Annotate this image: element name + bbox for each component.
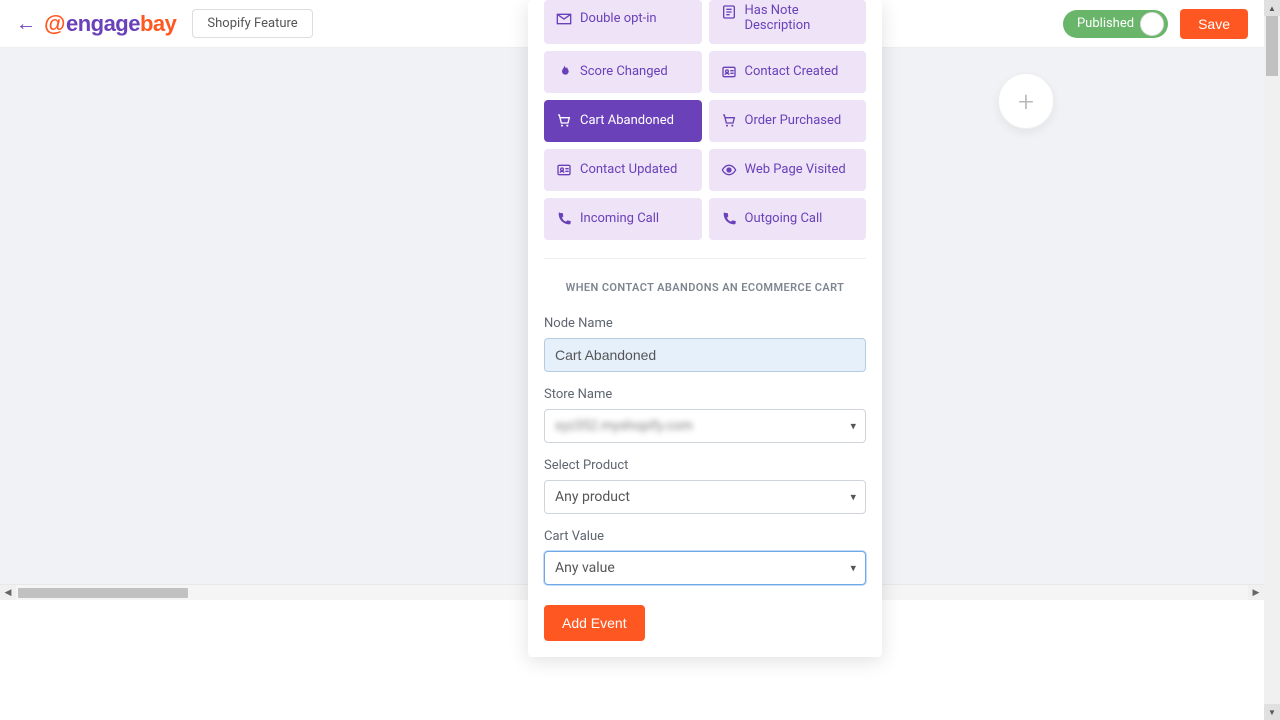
- trigger-outgoing-call[interactable]: Outgoing Call: [709, 198, 867, 240]
- cart-icon: [721, 113, 737, 129]
- save-button[interactable]: Save: [1180, 9, 1248, 39]
- panel-section-title: WHEN CONTACT ABANDONS AN ECOMMERCE CART: [528, 275, 882, 316]
- trigger-double-opt-in[interactable]: Double opt-in: [544, 0, 702, 44]
- panel-divider: [544, 258, 866, 259]
- node-name-label: Node Name: [544, 316, 866, 331]
- scroll-up-icon[interactable]: ▲: [1264, 0, 1280, 16]
- select-product-label: Select Product: [544, 458, 866, 473]
- vertical-scrollbar[interactable]: ▲ ▼: [1264, 0, 1280, 720]
- trigger-cart-abandoned[interactable]: Cart Abandoned: [544, 100, 702, 142]
- add-event-button[interactable]: Add Event: [544, 605, 645, 641]
- published-toggle[interactable]: Published: [1063, 10, 1168, 38]
- node-name-input[interactable]: [544, 338, 866, 372]
- trigger-contact-created[interactable]: Contact Created: [709, 51, 867, 93]
- scroll-track[interactable]: [1266, 16, 1278, 704]
- event-config-panel: Double opt-in Has Note Description Score…: [528, 0, 882, 657]
- fire-icon: [556, 64, 572, 80]
- phone-icon: [721, 211, 737, 227]
- select-product-select[interactable]: Any product: [544, 480, 866, 514]
- store-name-select[interactable]: xyz352.myshopify.com: [544, 409, 866, 443]
- contact-card-icon: [721, 64, 737, 80]
- note-icon: [721, 4, 737, 20]
- mail-icon: [556, 11, 572, 27]
- trigger-web-page-visited[interactable]: Web Page Visited: [709, 149, 867, 191]
- scroll-left-icon[interactable]: ◀: [0, 585, 16, 601]
- trigger-label: Cart Abandoned: [580, 113, 674, 129]
- trigger-label: Web Page Visited: [745, 162, 846, 178]
- toggle-knob: [1140, 12, 1164, 36]
- trigger-label: Outgoing Call: [745, 211, 823, 227]
- scroll-right-icon[interactable]: ▶: [1248, 585, 1264, 601]
- store-name-label: Store Name: [544, 387, 866, 402]
- scroll-thumb[interactable]: [1266, 16, 1278, 76]
- trigger-label: Double opt-in: [580, 11, 657, 27]
- published-label: Published: [1077, 16, 1134, 31]
- trigger-incoming-call[interactable]: Incoming Call: [544, 198, 702, 240]
- cart-icon: [556, 113, 572, 129]
- trigger-label: Contact Created: [745, 64, 839, 80]
- trigger-contact-updated[interactable]: Contact Updated: [544, 149, 702, 191]
- add-node-button[interactable]: +: [998, 73, 1054, 129]
- trigger-order-purchased[interactable]: Order Purchased: [709, 100, 867, 142]
- eye-icon: [721, 162, 737, 178]
- trigger-label: Contact Updated: [580, 162, 677, 178]
- trigger-label: Incoming Call: [580, 211, 659, 227]
- automation-canvas[interactable]: + Double opt-in Has Note Description: [0, 48, 1264, 600]
- plus-icon: +: [1018, 85, 1034, 118]
- trigger-grid: Double opt-in Has Note Description Score…: [528, 0, 882, 258]
- event-form: Node Name Store Name xyz352.myshopify.co…: [528, 316, 882, 657]
- trigger-label: Score Changed: [580, 64, 668, 80]
- workflow-name[interactable]: Shopify Feature: [192, 9, 312, 38]
- cart-value-label: Cart Value: [544, 529, 866, 544]
- trigger-score-changed[interactable]: Score Changed: [544, 51, 702, 93]
- contact-card-icon: [556, 162, 572, 178]
- brand-logo[interactable]: @engagebay: [44, 11, 176, 37]
- scroll-thumb[interactable]: [18, 588, 188, 598]
- back-arrow-icon[interactable]: ←: [16, 11, 36, 36]
- trigger-label: Order Purchased: [745, 113, 842, 129]
- phone-icon: [556, 211, 572, 227]
- scroll-down-icon[interactable]: ▼: [1264, 704, 1280, 720]
- cart-value-select[interactable]: Any value: [544, 551, 866, 585]
- trigger-has-note[interactable]: Has Note Description: [709, 0, 867, 44]
- trigger-label: Has Note Description: [745, 4, 811, 34]
